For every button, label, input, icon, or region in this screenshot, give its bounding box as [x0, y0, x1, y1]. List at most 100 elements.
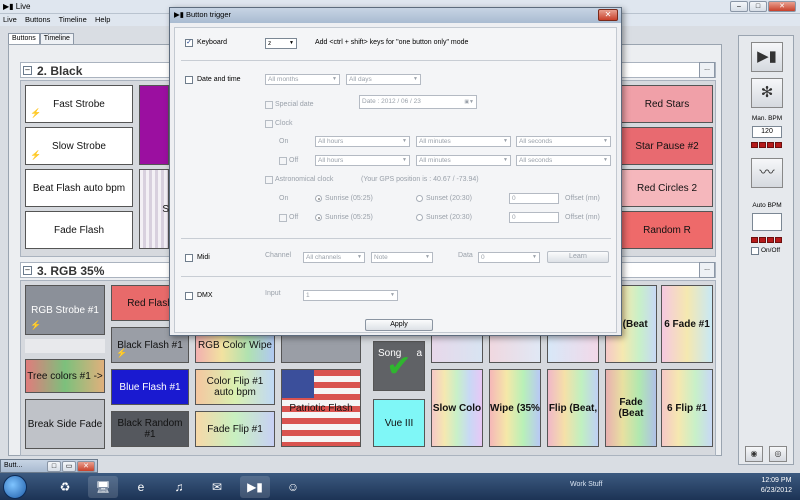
dmx-checkbox[interactable] [185, 292, 193, 300]
tile-button[interactable]: 6 Flip #1 [661, 369, 713, 447]
sunset-off-radio[interactable] [416, 214, 423, 221]
on-seconds-select[interactable]: All seconds ▼ [516, 136, 611, 147]
off-minutes-select[interactable]: All minutes ▼ [416, 155, 511, 166]
browser-icon[interactable]: e [126, 476, 156, 498]
on-off-checkbox[interactable] [751, 247, 759, 255]
workspace-label[interactable]: Work Stuff [570, 481, 602, 488]
keyboard-hint: Add <ctrl + shift> keys for "one button … [315, 39, 469, 46]
clock-label: Clock [275, 120, 293, 127]
dialog-titlebar: ▶▮ Button trigger ✕ [170, 8, 621, 23]
offset-off-input[interactable]: 0 [509, 212, 559, 223]
key-select[interactable]: z ▼ [265, 38, 297, 49]
tab-timeline[interactable]: Timeline [39, 33, 74, 44]
settings-icon[interactable]: ✻ [751, 78, 783, 108]
date-picker[interactable]: Date : 2012 / 06 / 23 ▣▼ [359, 95, 477, 109]
tile-button[interactable]: Red Stars [621, 85, 713, 123]
play-pause-icon[interactable]: ▶▮ [751, 42, 783, 72]
tile-button[interactable]: Slow Colo [431, 369, 483, 447]
off-hours-select[interactable]: All hours ▼ [315, 155, 410, 166]
tile-button[interactable]: Break Side Fade [25, 399, 105, 449]
sunset-on-radio[interactable] [416, 195, 423, 202]
months-select[interactable]: All months ▼ [265, 74, 340, 85]
avatar-icon[interactable]: ☺ [278, 476, 308, 498]
learn-button[interactable]: Learn [547, 251, 609, 263]
tile-button[interactable]: RGB Strobe #1 ⚡ [25, 285, 105, 335]
tile-button[interactable]: Song a ✔ [373, 341, 425, 391]
clock[interactable]: 12:09 PM 6/23/2012 [761, 476, 792, 496]
dialog-close-button[interactable]: ✕ [598, 9, 618, 21]
group-options-button[interactable]: ... [699, 262, 715, 278]
tile-button[interactable]: Patriotic Flash [281, 369, 361, 447]
channel-select[interactable]: All channels ▼ [303, 252, 365, 263]
tile-button[interactable]: 6 Fade #1 [661, 285, 713, 363]
mini-maximize-button[interactable]: ▭ [62, 461, 76, 472]
clock-checkbox[interactable] [265, 120, 273, 128]
apply-button[interactable]: Apply [365, 319, 433, 331]
days-select[interactable]: All days ▼ [346, 74, 421, 85]
tile-button[interactable]: Slow Strobe ⚡ [25, 127, 133, 165]
astro-checkbox[interactable] [265, 176, 273, 184]
astro-on-label: On [279, 195, 289, 202]
desktop-icon[interactable]: ◉ [745, 446, 763, 462]
tile-button[interactable]: Color Flip #1 auto bpm [195, 369, 275, 405]
menu-timeline[interactable]: Timeline [56, 14, 90, 25]
close-button[interactable]: ✕ [768, 1, 796, 12]
mini-close-button[interactable]: ✕ [77, 461, 95, 472]
tile-button[interactable]: Random R [621, 211, 713, 249]
tile-button[interactable]: Star Pause #2 [621, 127, 713, 165]
recycle-icon[interactable]: ♻ [50, 476, 80, 498]
note-select[interactable]: Note ▼ [371, 252, 433, 263]
keyboard-checkbox[interactable]: ✓ [185, 39, 193, 47]
minimized-window[interactable]: Butt... □ ▭ ✕ [0, 459, 98, 473]
collapse-icon[interactable]: – [23, 66, 32, 75]
man-bpm-input[interactable]: 120 [752, 126, 782, 138]
menu-buttons[interactable]: Buttons [22, 14, 53, 25]
waveform-icon[interactable]: 〰 [751, 158, 783, 188]
sunrise-on-radio[interactable] [315, 195, 322, 202]
tile-button[interactable]: Black Random #1 [111, 411, 189, 447]
tile-button[interactable]: Red Circles 2 [621, 169, 713, 207]
itunes-icon[interactable]: ♫ [164, 476, 194, 498]
offset-on-input[interactable]: 0 [509, 193, 559, 204]
data-select[interactable]: 0 ▼ [478, 252, 540, 263]
live-app-icon[interactable]: ▶▮ [240, 476, 270, 498]
tile-button[interactable]: Flip (Beat, [547, 369, 599, 447]
mail-icon[interactable]: ✉ [202, 476, 232, 498]
monitor-icon[interactable]: 🖥 [88, 476, 118, 498]
minimize-button[interactable]: – [730, 1, 748, 12]
collapse-icon[interactable]: – [23, 266, 32, 275]
tile-button[interactable]: S [139, 169, 169, 249]
datetime-checkbox[interactable] [185, 76, 193, 84]
start-button[interactable] [3, 475, 27, 499]
auto-bpm-leds [751, 237, 782, 243]
tile-button[interactable]: Wipe (35% [489, 369, 541, 447]
auto-bpm-label: Auto BPM [752, 202, 782, 209]
tile-button[interactable]: Beat Flash auto bpm [25, 169, 133, 207]
bolt-icon: ⚡ [30, 108, 42, 118]
tile-button[interactable]: Tree colors #1 -> [25, 359, 105, 393]
dmx-input-select[interactable]: 1 ▼ [303, 290, 398, 301]
tile-button[interactable]: Fast Strobe ⚡ [25, 85, 133, 123]
maximize-button[interactable]: □ [749, 1, 767, 12]
on-hours-select[interactable]: All hours ▼ [315, 136, 410, 147]
tile-button[interactable]: Fade Flip #1 [195, 411, 275, 447]
astro-off-checkbox[interactable] [279, 214, 287, 222]
tile-button[interactable]: Fade (Beat [605, 369, 657, 447]
special-date-checkbox[interactable] [265, 101, 273, 109]
menu-help[interactable]: Help [92, 14, 113, 25]
dmx-icon[interactable]: ◎ [769, 446, 787, 462]
mini-restore-button[interactable]: □ [47, 461, 61, 472]
midi-checkbox[interactable] [185, 254, 193, 262]
slider-track[interactable] [25, 339, 105, 353]
on-minutes-select[interactable]: All minutes ▼ [416, 136, 511, 147]
group-options-button[interactable]: ... [699, 62, 715, 78]
app-title-text: Live [15, 2, 31, 11]
tile-button[interactable]: Fade Flash [25, 211, 133, 249]
tile-button[interactable]: Vue III [373, 399, 425, 447]
off-seconds-select[interactable]: All seconds ▼ [516, 155, 611, 166]
menu-live[interactable]: Live [0, 14, 20, 25]
sunrise-off-radio[interactable] [315, 214, 322, 221]
clock-off-checkbox[interactable] [279, 157, 287, 165]
tile-button[interactable] [139, 85, 169, 165]
tile-button[interactable]: Blue Flash #1 [111, 369, 189, 405]
